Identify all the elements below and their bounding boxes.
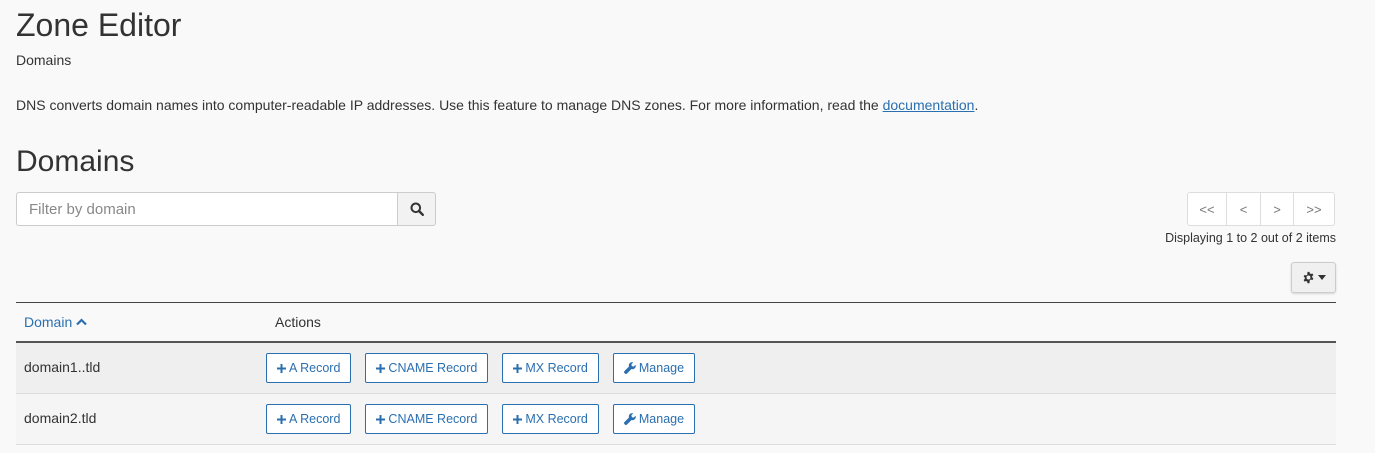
add-cname-record-label: CNAME Record (388, 361, 478, 375)
last-page-button[interactable]: >> (1293, 192, 1335, 226)
manage-label: Manage (638, 412, 685, 426)
manage-button[interactable]: Manage (612, 404, 696, 434)
add-a-record-label: A Record (289, 361, 341, 375)
add-a-record-button[interactable]: A Record (266, 353, 352, 383)
documentation-link[interactable]: documentation (883, 97, 975, 113)
previous-page-button[interactable]: < (1226, 192, 1261, 226)
manage-button[interactable]: Manage (612, 353, 696, 383)
add-a-record-label: A Record (289, 412, 341, 426)
domains-table: Domain Actions domain1..tld A Record CNA… (16, 302, 1336, 445)
search-button[interactable] (397, 192, 436, 226)
add-cname-record-label: CNAME Record (388, 412, 478, 426)
gear-icon (1302, 271, 1315, 284)
zone-editor-page: Zone Editor Domains DNS converts domain … (0, 0, 1375, 453)
section-title: Domains (16, 145, 135, 178)
add-mx-record-label: MX Record (525, 412, 588, 426)
manage-label: Manage (638, 361, 685, 375)
table-row: domain1..tld A Record CNAME Record MX Re… (16, 343, 1336, 394)
domain-cell: domain2.tld (24, 410, 97, 426)
page-description: DNS converts domain names into computer-… (16, 95, 978, 115)
description-trailing: . (974, 97, 979, 113)
settings-dropdown-button[interactable] (1291, 262, 1336, 293)
plus-icon (513, 414, 523, 424)
add-mx-record-label: MX Record (525, 361, 588, 375)
add-a-record-button[interactable]: A Record (266, 404, 352, 434)
first-page-button[interactable]: << (1187, 192, 1227, 226)
description-text: DNS converts domain names into computer-… (16, 97, 883, 113)
page-title: Zone Editor (16, 7, 182, 43)
pagination: << < > >> (1187, 192, 1335, 226)
chevron-up-icon (76, 318, 88, 326)
add-cname-record-button[interactable]: CNAME Record (365, 404, 489, 434)
breadcrumb: Domains (16, 52, 72, 68)
plus-icon (376, 363, 386, 373)
add-mx-record-button[interactable]: MX Record (502, 404, 599, 434)
wrench-icon (623, 362, 636, 374)
column-header-actions: Actions (275, 314, 321, 330)
add-mx-record-button[interactable]: MX Record (502, 353, 599, 383)
table-row: domain2.tld A Record CNAME Record MX Rec… (16, 394, 1336, 445)
row-actions: A Record CNAME Record MX Record Manage (266, 404, 709, 434)
row-actions: A Record CNAME Record MX Record Manage (266, 353, 709, 383)
plus-icon (513, 363, 523, 373)
plus-icon (277, 363, 286, 373)
plus-icon (376, 414, 386, 424)
column-header-domain-label: Domain (24, 314, 73, 330)
pagination-info: Displaying 1 to 2 out of 2 items (1165, 231, 1336, 245)
caret-down-icon (1317, 275, 1326, 280)
next-page-button[interactable]: > (1260, 192, 1294, 226)
search-input[interactable] (16, 192, 397, 226)
domain-cell: domain1..tld (24, 359, 101, 375)
wrench-icon (623, 413, 636, 425)
plus-icon (277, 414, 286, 424)
table-header: Domain Actions (16, 303, 1336, 343)
search-bar (16, 192, 436, 226)
column-header-domain[interactable]: Domain (24, 314, 88, 330)
search-icon (410, 202, 424, 216)
add-cname-record-button[interactable]: CNAME Record (365, 353, 489, 383)
